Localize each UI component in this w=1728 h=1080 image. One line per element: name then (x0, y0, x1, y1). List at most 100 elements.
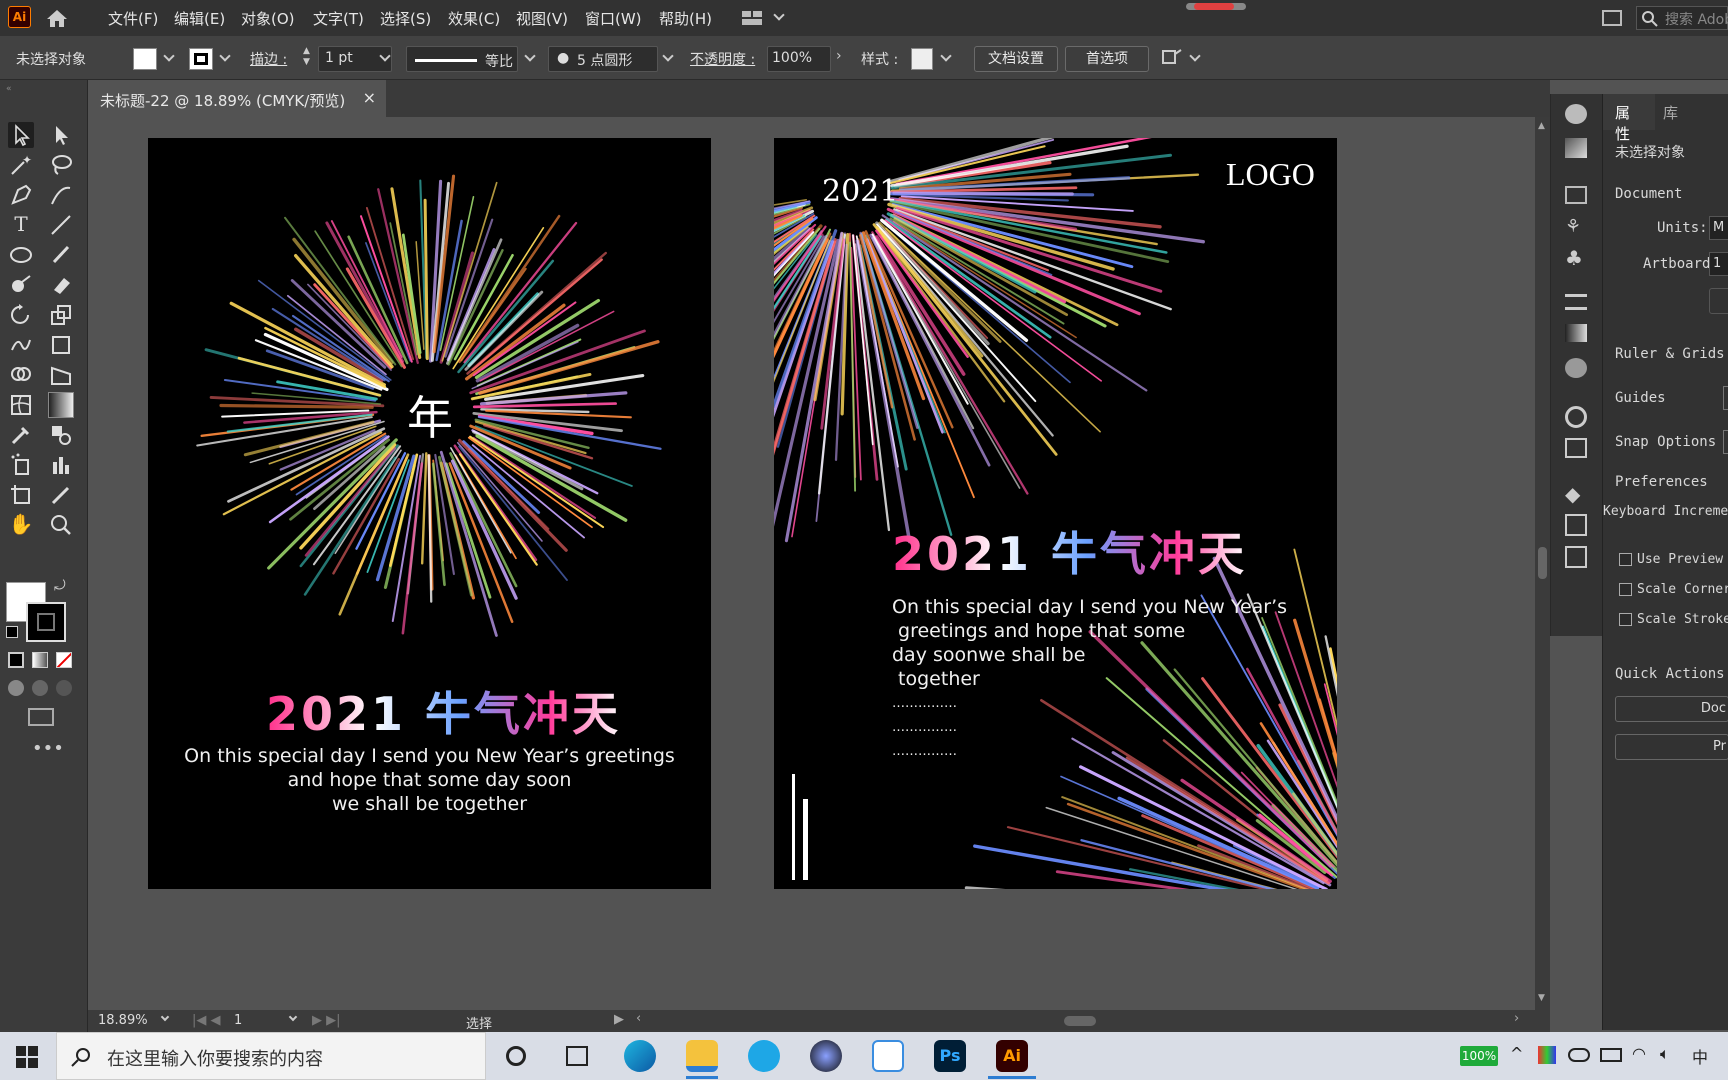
browser-icon[interactable] (748, 1040, 780, 1072)
photoshop-icon[interactable]: Ps (934, 1040, 966, 1072)
chevron-down-icon[interactable] (773, 9, 785, 21)
symbols-icon[interactable]: ♣ (1565, 246, 1587, 270)
scale-tool-icon[interactable] (48, 302, 74, 328)
guides-section[interactable]: Guides (1615, 390, 1666, 406)
arrange-documents-icon[interactable] (1161, 48, 1183, 68)
menu-help[interactable]: 帮助(H) (659, 8, 712, 29)
hscroll-right-icon[interactable]: › (1514, 1011, 1519, 1026)
zoom-tool-icon[interactable] (48, 512, 74, 538)
volume-icon[interactable]: 🔈︎ (1660, 1044, 1670, 1064)
zoom-level[interactable]: 18.89% (98, 1013, 148, 1028)
symbol-sprayer-tool-icon[interactable] (8, 452, 34, 478)
snap-options-section[interactable]: Snap Options (1615, 434, 1716, 450)
selection-tool-icon[interactable] (8, 122, 34, 148)
document-setup-quick-button[interactable]: Doc (1615, 696, 1728, 722)
color-panel-icon[interactable] (1565, 104, 1587, 124)
slice-tool-icon[interactable] (48, 482, 74, 508)
battery-badge[interactable]: 100% (1460, 1046, 1498, 1066)
preferences-quick-button[interactable]: Pr (1615, 734, 1728, 760)
menu-window[interactable]: 窗口(W) (585, 8, 642, 29)
arrange-panels-icon[interactable] (1602, 10, 1622, 26)
menu-select[interactable]: 选择(S) (380, 8, 431, 29)
horizontal-scroll-thumb[interactable] (1064, 1016, 1096, 1026)
hand-tool-icon[interactable]: ✋ (8, 512, 34, 538)
windows-start-icon[interactable] (16, 1046, 38, 1068)
opacity-arrow-icon[interactable]: › (836, 48, 842, 64)
illustrator-taskbar-icon[interactable]: Ai (996, 1040, 1028, 1072)
taskbar-search-box[interactable]: 在这里输入你要搜索的内容 (56, 1032, 486, 1080)
pen-tool-icon[interactable] (8, 182, 34, 208)
stroke-swatch[interactable] (189, 48, 213, 70)
warp-tool-icon[interactable] (8, 332, 34, 358)
next-artboard-icon[interactable]: ▶ ▶| (312, 1013, 341, 1028)
opacity-field[interactable]: 100% (767, 46, 831, 72)
fill-swatch[interactable] (133, 48, 157, 70)
lasso-tool-icon[interactable] (48, 152, 74, 178)
brush-definition-field[interactable]: ● 5 点圆形 (548, 46, 658, 72)
swap-colors-icon[interactable]: ⤾ (54, 578, 66, 594)
brushes-icon[interactable]: ⚘ (1565, 216, 1587, 238)
ime-indicator[interactable]: 中 (1692, 1044, 1708, 1068)
units-field[interactable]: M (1709, 216, 1728, 240)
menu-object[interactable]: 对象(O) (241, 8, 295, 29)
stroke-label[interactable]: 描边 : (250, 49, 287, 69)
artboard-2[interactable]: 2021 LOGO 2021 牛气冲天 On this special day … (774, 138, 1337, 889)
draw-behind-icon[interactable] (32, 680, 48, 696)
draw-normal-icon[interactable] (8, 680, 24, 696)
tab-libraries[interactable]: 库 (1663, 102, 1678, 123)
guides-toggle[interactable] (1723, 386, 1728, 410)
style-dropdown-icon[interactable] (940, 50, 952, 62)
direct-selection-tool-icon[interactable] (48, 122, 74, 148)
battery-icon[interactable] (1600, 1048, 1622, 1062)
artboard-dropdown-icon[interactable] (288, 1012, 298, 1022)
artboard-1[interactable]: 年 2021 牛气冲天 On this special day I send y… (148, 138, 711, 889)
vertical-scrollbar[interactable]: ▲ ▼ (1535, 117, 1550, 1010)
column-graph-tool-icon[interactable] (48, 452, 74, 478)
style-swatch[interactable] (911, 48, 933, 70)
opacity-label[interactable]: 不透明度 : (690, 49, 755, 69)
stroke-stepper-icon[interactable]: ▲ ▼ (303, 46, 313, 70)
more-tools-icon[interactable]: ••• (32, 738, 64, 759)
artboard-tool-icon[interactable] (8, 482, 34, 508)
eyedropper-tool-icon[interactable] (8, 422, 34, 448)
stroke-profile-dropdown-icon[interactable] (524, 50, 536, 62)
gradient-tool-icon[interactable] (48, 392, 74, 418)
use-preview-checkbox[interactable] (1619, 553, 1632, 566)
menu-view[interactable]: 视图(V) (516, 8, 568, 29)
magic-wand-tool-icon[interactable]: ✦ (8, 152, 34, 178)
graphic-styles-icon[interactable] (1565, 438, 1587, 458)
brush-dropdown-icon[interactable] (662, 50, 674, 62)
arrange-dropdown-icon[interactable] (1189, 50, 1201, 62)
menu-effect[interactable]: 效果(C) (448, 8, 500, 29)
scroll-thumb[interactable] (1538, 547, 1547, 579)
document-setup-button[interactable]: 文档设置 (974, 46, 1058, 72)
transparency-icon[interactable] (1565, 358, 1587, 378)
swatches-icon[interactable] (1565, 186, 1587, 204)
blend-tool-icon[interactable] (48, 422, 74, 448)
home-icon[interactable] (46, 8, 68, 28)
free-transform-tool-icon[interactable] (48, 332, 74, 358)
draw-inside-icon[interactable] (56, 680, 72, 696)
stroke-profile-field[interactable]: 等比 (406, 46, 518, 72)
tray-app-icon[interactable] (1538, 1046, 1556, 1064)
preferences-button[interactable]: 首选项 (1065, 46, 1149, 72)
ellipse-tool-icon[interactable] (8, 242, 34, 268)
close-tab-icon[interactable]: × (363, 88, 376, 107)
artboard-number[interactable]: 1 (234, 1013, 242, 1028)
appearance-icon[interactable] (1565, 406, 1587, 428)
eraser-tool-icon[interactable] (48, 272, 74, 298)
none-mode-icon[interactable] (56, 652, 72, 668)
ruler-grids-section[interactable]: Ruler & Grids (1615, 346, 1725, 362)
color-mode-icon[interactable] (8, 652, 24, 668)
artboards-panel-icon[interactable] (1565, 546, 1587, 568)
snap-toggle[interactable] (1723, 430, 1728, 454)
cinema4d-icon[interactable] (810, 1040, 842, 1072)
line-tool-icon[interactable] (48, 212, 74, 238)
artboard-field[interactable]: 1 (1709, 252, 1728, 276)
tray-expand-icon[interactable]: ^ (1510, 1044, 1523, 1063)
paintbrush-tool-icon[interactable] (48, 242, 74, 268)
edit-artboards-button[interactable] (1709, 288, 1728, 314)
tab-properties[interactable]: 属性 (1603, 94, 1655, 143)
wifi-icon[interactable]: ◠ (1632, 1044, 1646, 1063)
perspective-grid-tool-icon[interactable] (48, 362, 74, 388)
